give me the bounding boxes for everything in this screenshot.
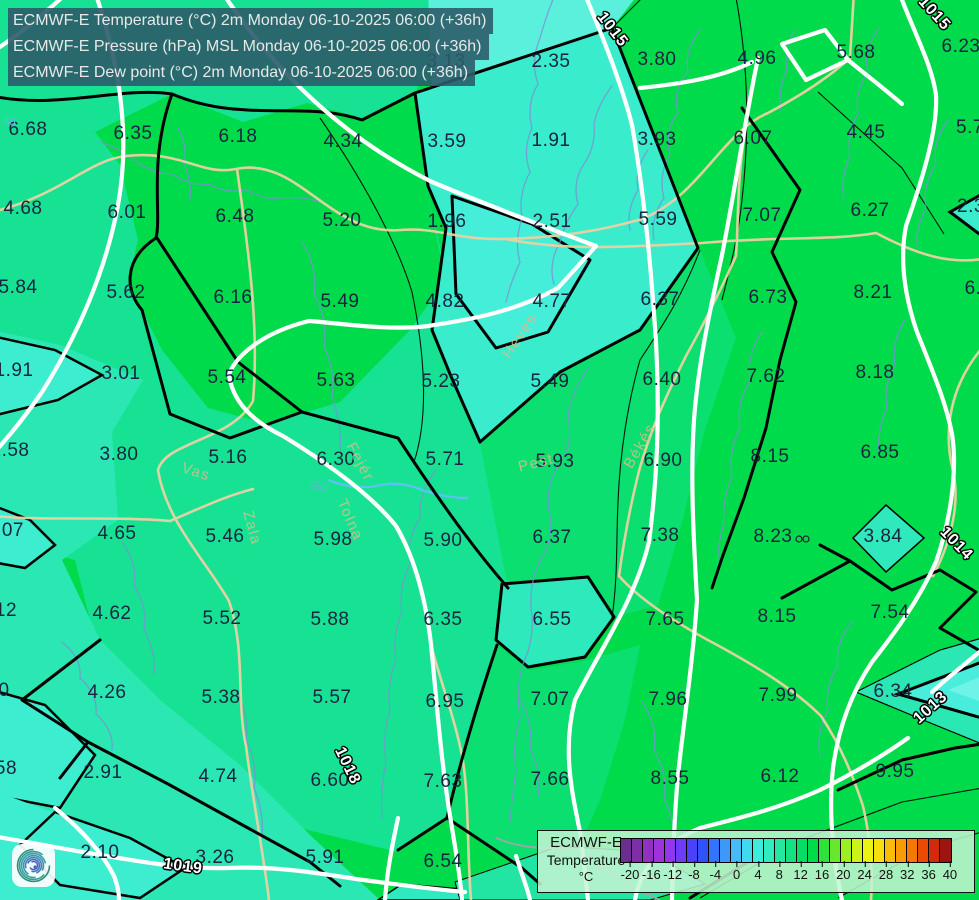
legend-tick-label: -12	[663, 861, 683, 882]
legend-tick-label: 40	[942, 861, 958, 882]
legend-color-cell	[808, 839, 819, 862]
legend-color-cell	[709, 839, 720, 862]
temperature-legend: ECMWF-E Temperature °C -20 -16 -12 -8 -4 0 4 8 1…	[537, 830, 975, 893]
legend-color-cell	[940, 839, 951, 862]
legend-color-cell	[632, 839, 643, 862]
legend-tick-label: 24	[857, 861, 872, 882]
legend-color-cell	[896, 839, 907, 862]
legend-color-cell	[830, 839, 841, 862]
legend-color-cell	[676, 839, 687, 862]
legend-color-cell	[841, 839, 852, 862]
legend-tick-label: 8	[775, 861, 783, 882]
legend-color-cell	[654, 839, 665, 862]
legend-tick-label: 12	[793, 861, 808, 882]
weather-map-viewport: 3.132.353.804.965.686.236.686.356.184.34…	[0, 0, 979, 900]
legend-color-cell	[819, 839, 830, 862]
legend-color-cell	[753, 839, 764, 862]
legend-color-cell	[698, 839, 709, 862]
legend-tick-label: -8	[688, 861, 700, 882]
legend-color-cell	[643, 839, 654, 862]
legend-color-cell	[775, 839, 786, 862]
legend-model-name: ECMWF-E	[550, 834, 622, 851]
legend-color-cell	[720, 839, 731, 862]
legend-color-cell	[907, 839, 918, 862]
legend-tick-label: 36	[921, 861, 936, 882]
legend-tick-label: 4	[754, 861, 762, 882]
legend-tick-label: 16	[814, 861, 830, 882]
legend-color-cell	[665, 839, 676, 862]
legend-tick-label: 28	[878, 861, 894, 882]
legend-color-cell	[863, 839, 874, 862]
legend-color-cell	[621, 839, 632, 862]
legend-color-cell	[885, 839, 896, 862]
legend-parameter: Temperature	[546, 852, 626, 868]
legend-color-cell	[786, 839, 797, 862]
legend-tick-label: -4	[709, 861, 722, 882]
legend-color-cell	[687, 839, 698, 862]
legend-unit: °C	[578, 869, 594, 884]
header-line-dewpoint: ECMWF-E Dew point (°C) 2m Monday 06-10-2…	[8, 60, 476, 86]
provider-logo[interactable]	[12, 844, 55, 887]
legend-title: ECMWF-E Temperature °C	[542, 834, 630, 885]
legend-color-cell	[929, 839, 940, 862]
legend-tick-label: -16	[641, 861, 661, 882]
legend-color-cell	[874, 839, 885, 862]
legend-color-cell	[742, 839, 753, 862]
legend-tick-label: 20	[836, 861, 851, 882]
legend-color-cell	[764, 839, 775, 862]
legend-color-cell	[797, 839, 808, 862]
legend-color-cell	[852, 839, 863, 862]
map-header: ECMWF-E Temperature (°C) 2m Monday 06-10…	[8, 8, 494, 86]
header-line-pressure: ECMWF-E Pressure (hPa) MSL Monday 06-10-…	[8, 34, 489, 60]
map-canvas[interactable]	[0, 0, 979, 900]
legend-tick-label: 32	[900, 861, 915, 882]
legend-tick-label: -20	[620, 861, 640, 882]
legend-color-cell	[918, 839, 929, 862]
legend-tick-label: 0	[733, 861, 741, 882]
legend-colorbar	[620, 838, 952, 863]
header-line-temperature: ECMWF-E Temperature (°C) 2m Monday 06-10…	[8, 8, 494, 34]
legend-color-cell	[731, 839, 742, 862]
